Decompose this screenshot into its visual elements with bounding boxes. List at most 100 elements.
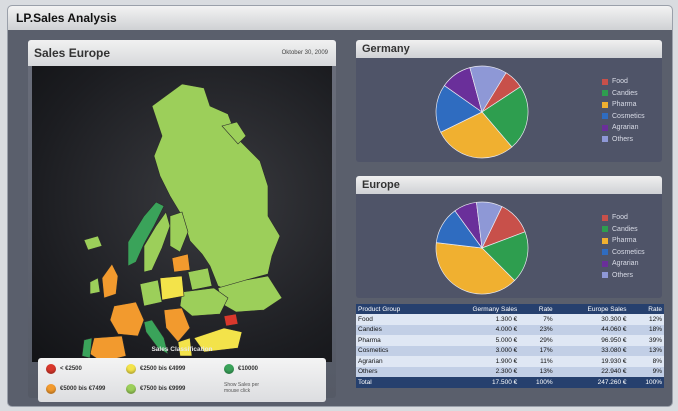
map-region-iceland[interactable] xyxy=(83,235,103,251)
europe-pie-chart[interactable] xyxy=(432,198,532,298)
swatch-icon xyxy=(602,113,608,120)
cell-total-europe-rate: 100% xyxy=(628,377,664,388)
map-region-germany[interactable] xyxy=(139,279,163,307)
swatch-icon xyxy=(602,272,608,279)
cell-total-europe-sales: 247.260 € xyxy=(554,377,629,388)
cell-germany-rate: 13% xyxy=(519,366,555,377)
swatch-icon xyxy=(602,90,608,97)
cell-germany-sales: 2.300 € xyxy=(435,366,520,377)
cell-product: Food xyxy=(356,314,436,325)
cell-germany-rate: 7% xyxy=(519,314,555,325)
cell-europe-rate: 18% xyxy=(628,324,664,335)
europe-panel: Europe Food Candies Pharma Cosmetics Agr… xyxy=(356,176,662,298)
cell-europe-sales: 33.080 € xyxy=(554,345,629,356)
legend-candies: Candies xyxy=(602,88,645,100)
swatch-icon xyxy=(602,249,608,256)
cell-germany-sales: 1.300 € xyxy=(435,314,520,325)
title-bar: LP.Sales Analysis xyxy=(8,6,672,30)
table-row[interactable]: Cosmetics 3.000 € 17% 33.080 € 13% xyxy=(356,345,664,356)
table-header-row: Product Group Germany Sales Rate Europe … xyxy=(356,304,664,314)
swatch-icon xyxy=(602,124,608,131)
europe-title: Europe xyxy=(362,179,400,191)
germany-pie-legend: Food Candies Pharma Cosmetics Agrarian O… xyxy=(602,76,645,145)
cell-germany-rate: 17% xyxy=(519,345,555,356)
swatch-icon xyxy=(602,237,608,244)
cell-europe-sales: 19.930 € xyxy=(554,356,629,367)
legend-food: Food xyxy=(602,76,645,88)
cell-germany-rate: 29% xyxy=(519,335,555,346)
cell-total-germany-sales: 17.500 € xyxy=(435,377,520,388)
legend-note: Show Sales per mouse click xyxy=(224,382,260,394)
cell-europe-rate: 13% xyxy=(628,345,664,356)
cell-europe-sales: 96.950 € xyxy=(554,335,629,346)
map-region-uk[interactable] xyxy=(101,263,119,299)
map-legend: < €2500 €2500 bis €4999 €10000 €5000 bis… xyxy=(38,358,326,402)
app-title: LP.Sales Analysis xyxy=(16,11,117,25)
col-header-europe-rate[interactable]: Rate xyxy=(628,304,664,314)
europe-pie-legend: Food Candies Pharma Cosmetics Agrarian O… xyxy=(602,212,645,281)
cell-europe-rate: 8% xyxy=(628,356,664,367)
table-row[interactable]: Others 2.300 € 13% 22.940 € 9% xyxy=(356,366,664,377)
legend-food: Food xyxy=(602,212,645,224)
map-svg xyxy=(81,83,283,362)
cell-product: Others xyxy=(356,366,436,377)
cell-europe-sales: 30.300 € xyxy=(554,314,629,325)
cell-europe-rate: 39% xyxy=(628,335,664,346)
sales-europe-panel: Sales Europe Oktober 30, 2009 Sales Clas… xyxy=(28,40,336,402)
lightgreen-dot-icon xyxy=(126,384,136,394)
cell-total-label: Total xyxy=(356,377,436,388)
swatch-icon xyxy=(602,78,608,85)
map-region-poland[interactable] xyxy=(159,275,185,301)
cell-total-germany-rate: 100% xyxy=(519,377,555,388)
legend-pharma: Pharma xyxy=(602,235,645,247)
table-row[interactable]: Food 1.300 € 7% 30.300 € 12% xyxy=(356,314,664,325)
swatch-icon xyxy=(602,136,608,143)
report-date: Oktober 30, 2009 xyxy=(281,50,328,56)
table-row[interactable]: Candies 4.000 € 23% 44.060 € 18% xyxy=(356,324,664,335)
cell-europe-sales: 44.060 € xyxy=(554,324,629,335)
germany-title: Germany xyxy=(362,43,410,55)
europe-map[interactable]: Sales Classification xyxy=(32,66,332,362)
app-window: LP.Sales Analysis Sales Europe Oktober 3… xyxy=(8,6,672,406)
cell-europe-sales: 22.940 € xyxy=(554,366,629,377)
table-row[interactable]: Pharma 5.000 € 29% 96.950 € 39% xyxy=(356,335,664,346)
col-header-europe-sales[interactable]: Europe Sales xyxy=(554,304,629,314)
map-region-ireland[interactable] xyxy=(89,277,101,295)
cell-product: Pharma xyxy=(356,335,436,346)
green-dot-icon xyxy=(224,364,234,374)
legend-candies: Candies xyxy=(602,224,645,236)
cell-germany-rate: 11% xyxy=(519,356,555,367)
cell-germany-rate: 23% xyxy=(519,324,555,335)
map-region-balkans[interactable] xyxy=(163,307,191,343)
col-header-germany-rate[interactable]: Rate xyxy=(519,304,555,314)
map-region-france[interactable] xyxy=(109,301,145,337)
map-region-russia[interactable] xyxy=(151,83,281,293)
legend-title: Sales Classification xyxy=(151,346,213,353)
legend-cosmetics: Cosmetics xyxy=(602,247,645,259)
europe-header: Europe xyxy=(356,176,662,194)
legend-agrarian: Agrarian xyxy=(602,258,645,270)
swatch-icon xyxy=(602,101,608,108)
legend-item-7500-9999: €7500 bis €9999 xyxy=(126,384,185,394)
cell-product: Candies xyxy=(356,324,436,335)
legend-item-10000: €10000 xyxy=(224,364,258,374)
germany-panel: Germany Food Candies Pharma Cosmetics Ag… xyxy=(356,40,662,162)
table-total-row: Total 17.500 € 100% 247.260 € 100% xyxy=(356,377,664,388)
swatch-icon xyxy=(602,214,608,221)
panel-header: Sales Europe Oktober 30, 2009 xyxy=(28,40,336,66)
yellow-dot-icon xyxy=(126,364,136,374)
map-region-belarus[interactable] xyxy=(187,267,213,291)
legend-item-lt-2500: < €2500 xyxy=(46,364,82,374)
cell-product: Cosmetics xyxy=(356,345,436,356)
germany-pie-chart[interactable] xyxy=(432,62,532,162)
col-header-product-group[interactable]: Product Group xyxy=(356,304,436,314)
col-header-germany-sales[interactable]: Germany Sales xyxy=(435,304,520,314)
cell-germany-sales: 4.000 € xyxy=(435,324,520,335)
map-region-baltic[interactable] xyxy=(171,253,191,273)
legend-others: Others xyxy=(602,270,645,282)
table-row[interactable]: Agrarian 1.900 € 11% 19.930 € 8% xyxy=(356,356,664,367)
legend-agrarian: Agrarian xyxy=(602,122,645,134)
cell-germany-sales: 3.000 € xyxy=(435,345,520,356)
map-region-caucasus[interactable] xyxy=(223,313,239,327)
cell-germany-sales: 1.900 € xyxy=(435,356,520,367)
